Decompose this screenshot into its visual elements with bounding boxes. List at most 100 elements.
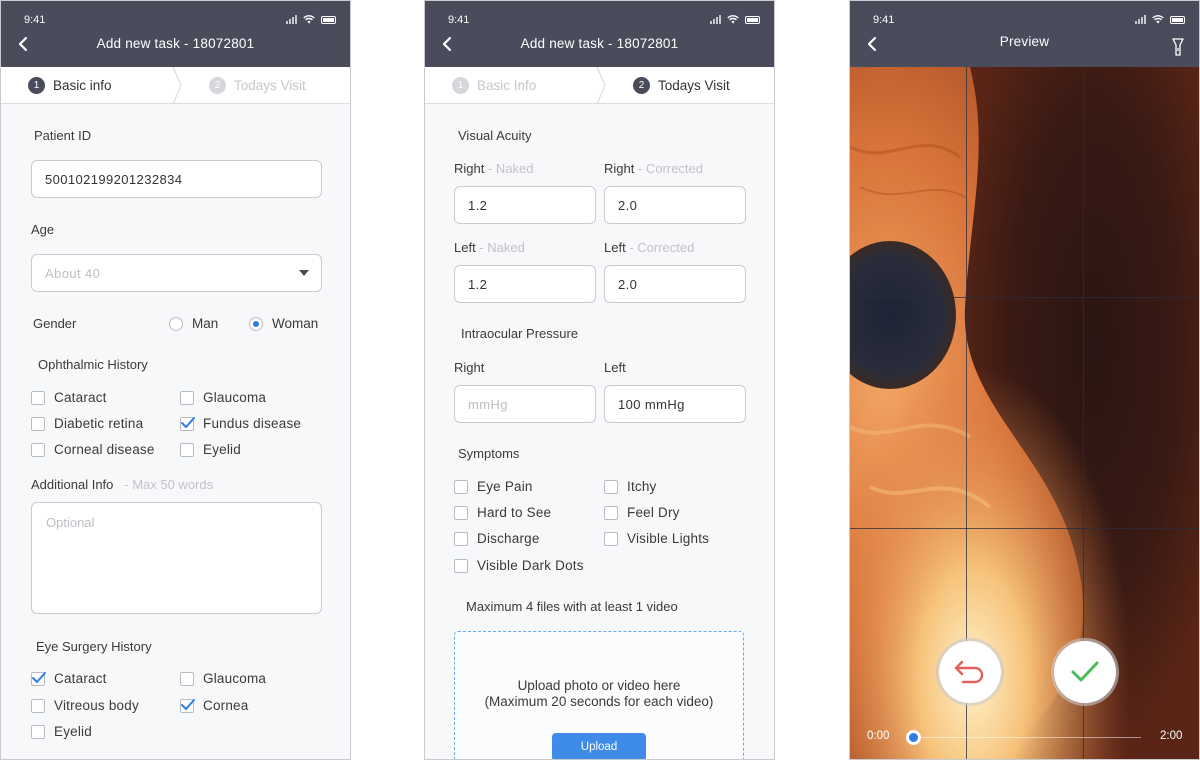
- pressure-left-input[interactable]: 100 mmHg: [604, 385, 746, 423]
- checkbox-label: Cataract: [54, 671, 107, 686]
- wifi-icon: [727, 15, 739, 24]
- checkbox[interactable]: [31, 698, 45, 713]
- checkbox-label: Vitreous body: [54, 698, 139, 713]
- checkbox[interactable]: [31, 416, 45, 431]
- checkbox[interactable]: [31, 442, 45, 457]
- step-label: Todays Visit: [234, 78, 306, 93]
- symptoms-label: Symptoms: [458, 446, 520, 461]
- upload-instructions: Upload photo or video here (Maximum 20 s…: [455, 678, 743, 710]
- stepper: 1 Basic Info 2 Todays Visit: [425, 67, 774, 104]
- basic-info-screen: 9:41 Add new task - 18072801 1 Basic inf…: [0, 0, 351, 760]
- checkbox-item[interactable]: Cornea: [180, 698, 248, 713]
- files-note: Maximum 4 files with at least 1 video: [466, 599, 678, 614]
- visual-acuity-label: Visual Acuity: [458, 128, 532, 143]
- status-icons: [710, 15, 760, 24]
- checkbox-item[interactable]: Hard to See: [454, 505, 551, 520]
- gender-radio-man[interactable]: Man: [169, 316, 218, 331]
- checkbox-item[interactable]: Vitreous body: [31, 698, 139, 713]
- checkbox[interactable]: [454, 531, 468, 546]
- additional-info-textarea[interactable]: Optional: [31, 502, 322, 614]
- battery-icon: [1170, 15, 1185, 24]
- checkbox-item[interactable]: Eyelid: [31, 724, 92, 739]
- checkbox-item[interactable]: Eye Pain: [454, 479, 533, 494]
- step-number: 1: [452, 77, 469, 94]
- checkbox-item[interactable]: Glaucoma: [180, 390, 266, 405]
- page-title: Preview: [999, 34, 1050, 49]
- checkbox[interactable]: [31, 671, 46, 686]
- step-basic-info[interactable]: 1 Basic Info: [452, 67, 536, 104]
- checkbox-label: Glaucoma: [203, 390, 267, 405]
- confirm-button[interactable]: [1054, 641, 1116, 703]
- flashlight-icon[interactable]: [1172, 38, 1184, 56]
- radio-woman[interactable]: [249, 316, 263, 331]
- checkbox[interactable]: [180, 671, 194, 686]
- signal-icon: [710, 15, 721, 24]
- checkbox-item[interactable]: Corneal disease: [31, 442, 155, 457]
- checkbox-item[interactable]: Cataract: [31, 390, 107, 405]
- checkbox-label: Eye Pain: [477, 479, 533, 494]
- additional-info-title: Additional Info: [31, 477, 114, 492]
- page-title: Add new task - 18072801: [520, 36, 679, 51]
- checkbox[interactable]: [604, 505, 618, 520]
- pressure-right-input[interactable]: mmHg: [454, 385, 596, 423]
- checkbox-label: Feel Dry: [627, 505, 680, 520]
- checkbox-item[interactable]: Eyelid: [180, 442, 241, 457]
- checkbox[interactable]: [180, 416, 195, 431]
- battery-icon: [321, 15, 336, 24]
- right-naked-input[interactable]: 1.2: [454, 186, 596, 224]
- checkbox-item[interactable]: Diabetic retina: [31, 416, 143, 431]
- checkbox-item[interactable]: Visible Dark Dots: [454, 558, 584, 573]
- upload-line-2: (Maximum 20 seconds for each video): [484, 694, 714, 709]
- left-corrected-input[interactable]: 2.0: [604, 265, 746, 303]
- checkbox[interactable]: [604, 531, 618, 546]
- checkbox-item[interactable]: Discharge: [454, 531, 540, 546]
- additional-info-hint: - Max 50 words: [124, 477, 214, 492]
- upload-dropzone[interactable]: Upload photo or video here (Maximum 20 s…: [454, 631, 744, 759]
- checkbox-item[interactable]: Glaucoma: [180, 671, 266, 686]
- patient-id-input[interactable]: 500102199201232834: [31, 160, 322, 198]
- gender-radio-woman[interactable]: Woman: [249, 316, 318, 331]
- eye-photo: [850, 67, 1199, 759]
- age-label: Age: [31, 222, 55, 237]
- time-elapsed: 0:00: [867, 730, 890, 742]
- checkbox[interactable]: [604, 479, 618, 494]
- additional-info-label: Additional Info - Max 50 words: [31, 477, 213, 492]
- step-basic-info[interactable]: 1 Basic info: [28, 67, 112, 104]
- checkbox-item[interactable]: Feel Dry: [604, 505, 680, 520]
- checkbox[interactable]: [180, 442, 194, 457]
- dropdown-caret-icon: [299, 270, 309, 276]
- checkbox-item[interactable]: Cataract: [31, 671, 107, 686]
- checkbox[interactable]: [180, 390, 194, 405]
- checkbox-label: Visible Lights: [627, 531, 710, 546]
- checkbox[interactable]: [454, 505, 468, 520]
- left-naked-label: Left - Naked: [454, 240, 525, 255]
- step-divider-chevron: [596, 67, 606, 104]
- undo-button[interactable]: [939, 641, 1001, 703]
- right-corrected-input[interactable]: 2.0: [604, 186, 746, 224]
- step-todays-visit[interactable]: 2 Todays Visit: [633, 67, 730, 104]
- age-select[interactable]: About 40: [31, 254, 322, 292]
- radio-man[interactable]: [169, 316, 183, 331]
- intraocular-pressure-label: Intraocular Pressure: [461, 326, 579, 341]
- age-select-placeholder: About 40: [45, 265, 101, 281]
- left-naked-input[interactable]: 1.2: [454, 265, 596, 303]
- checkbox-item[interactable]: Itchy: [604, 479, 657, 494]
- video-progress-knob[interactable]: [906, 730, 921, 745]
- step-label: Basic Info: [477, 78, 537, 93]
- video-progress-track[interactable]: [913, 737, 1141, 738]
- right-naked-hint: - Naked: [487, 161, 534, 176]
- step-todays-visit[interactable]: 2 Todays Visit: [209, 67, 306, 104]
- checkbox[interactable]: [454, 479, 468, 494]
- checkbox-item[interactable]: Fundus disease: [180, 416, 301, 431]
- checkbox[interactable]: [454, 558, 468, 573]
- checkbox-label: Discharge: [477, 531, 540, 546]
- checkbox[interactable]: [31, 724, 45, 739]
- checkbox[interactable]: [180, 698, 195, 713]
- right-corrected-hint: - Corrected: [637, 161, 704, 176]
- status-time: 9:41: [24, 14, 46, 26]
- checkbox[interactable]: [31, 390, 45, 405]
- checkbox-item[interactable]: Visible Lights: [604, 531, 709, 546]
- upload-button[interactable]: Upload: [552, 733, 646, 759]
- left-corrected-hint: - Corrected: [629, 240, 695, 255]
- eye-surgery-history-label: Eye Surgery History: [36, 639, 152, 654]
